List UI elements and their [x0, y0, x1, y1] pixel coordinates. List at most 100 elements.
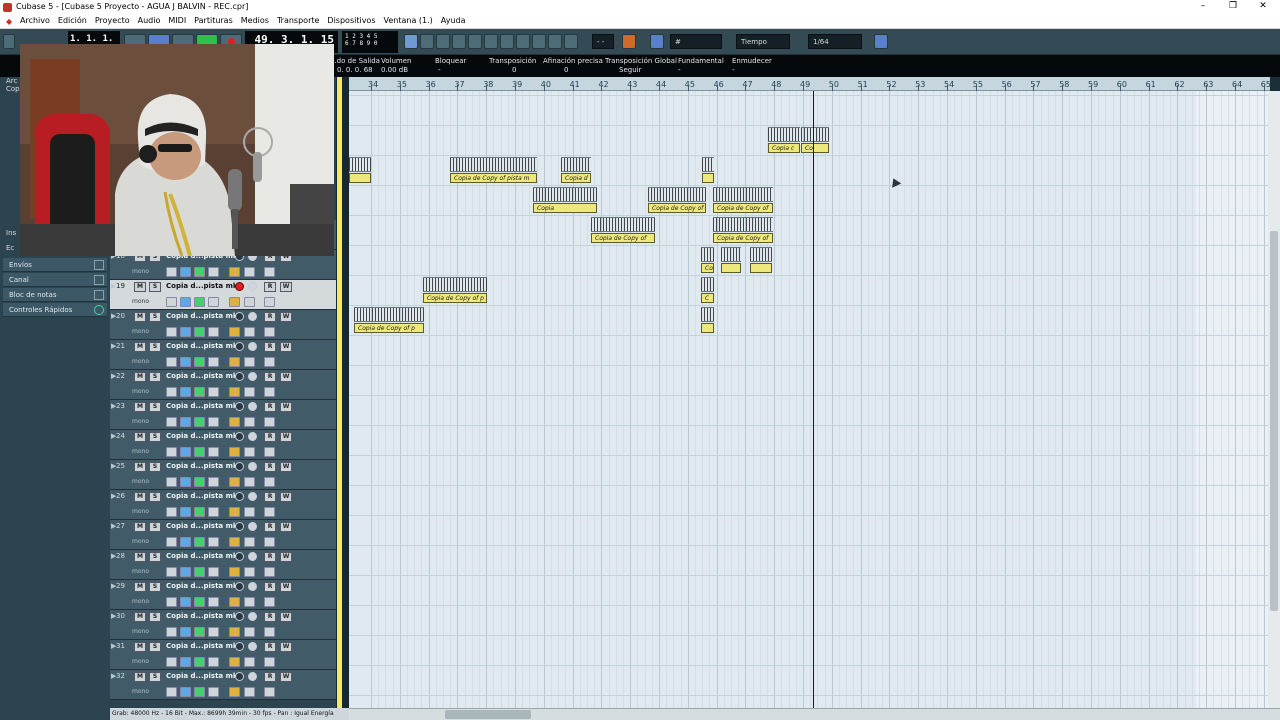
insert-icon[interactable]	[264, 657, 275, 667]
record-enable-icon[interactable]	[235, 642, 244, 651]
project-cursor[interactable]	[813, 91, 814, 708]
freeze-icon[interactable]	[194, 387, 205, 397]
write-automation-button[interactable]: W	[280, 372, 292, 382]
inspector-envios[interactable]: Envíos	[3, 258, 107, 272]
track-name[interactable]: Copia d...pista mk	[166, 642, 238, 650]
freeze-icon[interactable]	[194, 657, 205, 667]
menu-archivo[interactable]: Archivo	[20, 16, 50, 25]
monitor-icon[interactable]	[248, 672, 257, 681]
monitor-icon[interactable]	[248, 642, 257, 651]
mute-tool[interactable]	[500, 34, 514, 49]
monitor-icon[interactable]	[248, 372, 257, 381]
zoom-tool[interactable]	[484, 34, 498, 49]
info-value-volumen[interactable]: 0.00 dB	[381, 66, 408, 74]
write-automation-button[interactable]: W	[280, 462, 292, 472]
draw-tool[interactable]	[532, 34, 546, 49]
mute-button[interactable]: M	[134, 432, 146, 442]
edit-channel-icon[interactable]	[166, 597, 177, 607]
read-automation-button[interactable]: R	[264, 492, 276, 502]
info-value-transposicion[interactable]: 0	[512, 66, 516, 74]
solo-button[interactable]: S	[149, 342, 161, 352]
folder-icon[interactable]	[208, 477, 219, 487]
track-30[interactable]: ▶ 30 M S Copia d...pista mk R Wmono	[110, 610, 336, 640]
track-32[interactable]: ▶ 32 M S Copia d...pista mk R Wmono	[110, 670, 336, 700]
info-value-afinacion[interactable]: 0	[564, 66, 568, 74]
read-automation-button[interactable]: R	[264, 522, 276, 532]
track-name[interactable]: Copia d...pista mk	[166, 582, 238, 590]
read-automation-button[interactable]: R	[264, 672, 276, 682]
edit-channel-icon[interactable]	[166, 567, 177, 577]
monitor-icon[interactable]	[248, 522, 257, 531]
timebase-icon[interactable]	[229, 357, 240, 367]
freeze-icon[interactable]	[194, 417, 205, 427]
freeze-icon[interactable]	[194, 327, 205, 337]
insert-icon[interactable]	[264, 357, 275, 367]
app-menu-icon[interactable]: ◆	[6, 17, 12, 26]
timebase-icon[interactable]	[229, 477, 240, 487]
solo-button[interactable]: S	[149, 672, 161, 682]
lane-icon[interactable]	[180, 477, 191, 487]
mute-button[interactable]: M	[134, 342, 146, 352]
audio-event[interactable]: Co	[801, 127, 829, 153]
freeze-icon[interactable]	[194, 507, 205, 517]
edit-channel-icon[interactable]	[166, 297, 177, 307]
folder-icon[interactable]	[208, 537, 219, 547]
lane-icon[interactable]	[180, 267, 191, 277]
write-automation-button[interactable]: W	[280, 552, 292, 562]
monitor-icon[interactable]	[248, 312, 257, 321]
canal-icon[interactable]	[94, 275, 104, 285]
folder-icon[interactable]	[208, 567, 219, 577]
record-enable-icon[interactable]	[235, 312, 244, 321]
freeze-icon[interactable]	[194, 477, 205, 487]
audio-event[interactable]: C	[701, 277, 714, 303]
lane-icon[interactable]	[180, 567, 191, 577]
folder-icon[interactable]	[208, 417, 219, 427]
edit-channel-icon[interactable]	[166, 357, 177, 367]
audio-event[interactable]: Co	[701, 247, 714, 273]
insert-icon[interactable]	[264, 567, 275, 577]
minimize-button[interactable]: –	[1188, 1, 1218, 11]
lock-icon[interactable]	[244, 657, 255, 667]
read-automation-button[interactable]: R	[264, 612, 276, 622]
edit-channel-icon[interactable]	[166, 447, 177, 457]
timebase-icon[interactable]	[229, 327, 240, 337]
vertical-scrollbar[interactable]	[1268, 91, 1280, 708]
track-name[interactable]: Copia d...pista mk	[166, 342, 238, 350]
insert-icon[interactable]	[264, 267, 275, 277]
timebase-icon[interactable]	[229, 567, 240, 577]
freeze-icon[interactable]	[194, 597, 205, 607]
read-automation-button[interactable]: R	[264, 582, 276, 592]
solo-button[interactable]: S	[149, 552, 161, 562]
mute-button[interactable]: M	[134, 672, 146, 682]
track-name[interactable]: Copia d...pista mk	[166, 672, 238, 680]
erase-tool[interactable]	[468, 34, 482, 49]
edit-channel-icon[interactable]	[166, 537, 177, 547]
grid-mode-select[interactable]: Tiempo	[736, 34, 790, 49]
audio-event[interactable]	[349, 157, 371, 183]
track-name[interactable]: Copia d...pista mk	[166, 612, 238, 620]
lock-icon[interactable]	[244, 537, 255, 547]
timeline-ruler[interactable]: 34 35 36 37 38 39 40 41 42 43 44 45 46 47 48 49 50 51 52 53…	[349, 77, 1271, 91]
track-23[interactable]: ▶ 23 M S Copia d...pista mk R Wmono	[110, 400, 336, 430]
solo-button[interactable]: S	[149, 402, 161, 412]
edit-channel-icon[interactable]	[166, 627, 177, 637]
lane-icon[interactable]	[180, 657, 191, 667]
timebase-icon[interactable]	[229, 627, 240, 637]
timebase-icon[interactable]	[229, 297, 240, 307]
record-enable-icon[interactable]	[235, 342, 244, 351]
lock-icon[interactable]	[244, 297, 255, 307]
record-enable-icon[interactable]	[235, 522, 244, 531]
read-automation-button[interactable]: R	[264, 552, 276, 562]
quick-controls-icon[interactable]	[94, 305, 104, 315]
glue-tool[interactable]	[452, 34, 466, 49]
freeze-icon[interactable]	[194, 627, 205, 637]
timewarp-tool[interactable]	[516, 34, 530, 49]
audio-event[interactable]	[721, 247, 741, 273]
audio-event[interactable]: Copia de Copy of pista m	[450, 157, 537, 183]
insert-icon[interactable]	[264, 627, 275, 637]
lane-icon[interactable]	[180, 537, 191, 547]
read-automation-button[interactable]: R	[264, 282, 276, 292]
solo-button[interactable]: S	[149, 642, 161, 652]
solo-button[interactable]: S	[149, 612, 161, 622]
menu-audio[interactable]: Audio	[138, 16, 161, 25]
